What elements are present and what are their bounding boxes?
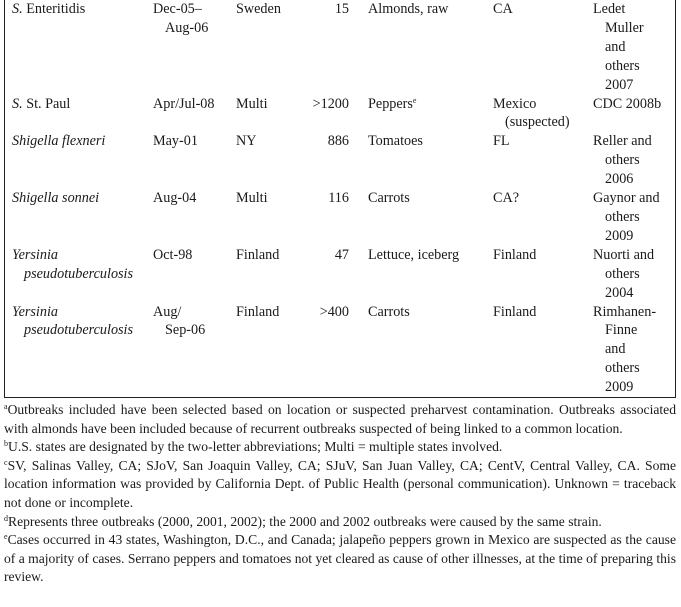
species-cell: Shigella flexneri [0, 132, 153, 189]
footnote: dRepresents three outbreaks (2000, 2001,… [4, 513, 676, 532]
species-roman: Enteritidis [22, 1, 86, 17]
origin-cell: CA [493, 1, 513, 17]
species-cell: S. Enteritidis [0, 0, 153, 95]
country-cell: Multi [236, 95, 268, 112]
reference-cell: Reller and others 2006 [593, 133, 652, 188]
origin-cell: Finland [493, 303, 537, 320]
dates-cell: Aug/ Sep-06 [153, 303, 206, 339]
reference-cell: Ledet Muller and others 2007 [593, 1, 644, 93]
vehicle-cell: Pepperse [349, 95, 493, 133]
reference-cell: Gaynor and others 2009 [593, 190, 660, 244]
table-row: Yersinia pseudotuberculosis Oct-98 Finland… [0, 246, 673, 303]
vehicle-text: Peppers [368, 95, 413, 112]
species-italic: Shigella flexneri [12, 133, 106, 150]
vehicle-cell: Tomatoes [349, 132, 493, 189]
reference-cell: Rimhanen- Finne and others 2009 [593, 303, 657, 396]
origin-cell: Finland [493, 246, 537, 263]
table-footnotes: aOutbreaks included have been selected b… [4, 401, 676, 587]
origin-cell: CA? [493, 190, 520, 207]
table-row: S. Enteritidis Dec-05– Aug-06 Sweden 15 Almo… [0, 0, 673, 95]
reference-cell: Nuorti and others 2004 [593, 246, 655, 301]
outbreak-table: S. Enteritidis Dec-05– Aug-06 Sweden 15 Almo… [0, 0, 673, 397]
table-row: Shigella sonnei Aug-04 Multi 116 Carrots CA? G… [0, 189, 673, 246]
vehicle-text: Almonds, raw [368, 1, 449, 17]
species-italic: S. [12, 1, 23, 17]
country-cell: Multi [236, 190, 268, 207]
table-row: S. St. Paul Apr/Jul-08 Multi >1200 Pepperse M… [0, 95, 673, 133]
species-roman: St. Paul [22, 95, 71, 112]
species-italic: S. [12, 95, 23, 112]
vehicle-text: Tomatoes [368, 133, 423, 150]
country-cell: Finland [236, 246, 280, 263]
cases-cell: >400 [319, 303, 349, 320]
footnote-text: Represents three outbreaks (2000, 2001, … [8, 513, 602, 529]
footnote-mark: e [412, 95, 417, 105]
cases-cell: 116 [328, 190, 349, 207]
species-italic: Yersinia pseudotuberculosis [12, 303, 134, 339]
species-italic: Shigella sonnei [12, 190, 100, 207]
country-cell: Sweden [236, 1, 281, 17]
origin-cell: FL [493, 133, 510, 150]
vehicle-cell: Lettuce, iceberg [349, 246, 493, 303]
species-italic: Yersinia pseudotuberculosis [12, 246, 134, 282]
table-row: Shigella flexneri May-01 NY 886 Tomatoes FL Re… [0, 132, 673, 189]
vehicle-text: Carrots [368, 303, 410, 320]
dates-cell: Oct-98 [153, 246, 193, 263]
footnote-text: Outbreaks included have been selected ba… [4, 402, 676, 436]
vehicle-cell: Almonds, raw [349, 0, 493, 95]
dates-cell: Dec-05– Aug-06 [153, 1, 209, 36]
country-cell: NY [236, 133, 257, 150]
footnote: bU.S. states are designated by the two-l… [4, 438, 676, 457]
cases-cell: >1200 [312, 95, 349, 112]
species-cell: Shigella sonnei [0, 189, 153, 246]
footnote-text: U.S. states are designated by the two-le… [8, 439, 503, 455]
dates-cell: Aug-04 [153, 190, 197, 207]
cases-cell: 47 [334, 246, 349, 263]
cases-cell: 15 [334, 1, 349, 17]
cases-cell: 886 [327, 133, 349, 150]
species-cell: S. St. Paul [0, 95, 153, 133]
footnote: aOutbreaks included have been selected b… [4, 401, 676, 438]
footnote: cSV, Salinas Valley, CA; SJoV, San Joaqu… [4, 457, 676, 513]
vehicle-text: Carrots [368, 190, 410, 207]
dates-cell: May-01 [153, 133, 198, 150]
table-row: Yersinia pseudotuberculosis Aug/ Sep-06 Fi… [0, 303, 673, 398]
footnote: eCases occurred in 43 states, Washington… [4, 531, 676, 587]
dates-cell: Apr/Jul-08 [153, 95, 215, 112]
footnote-text: SV, Salinas Valley, CA; SJoV, San Joaqui… [4, 457, 676, 510]
reference-cell: CDC 2008b [593, 95, 662, 112]
vehicle-cell: Carrots [349, 189, 493, 246]
vehicle-cell: Carrots [349, 303, 493, 398]
species-cell: Yersinia pseudotuberculosis [0, 246, 153, 303]
species-cell: Yersinia pseudotuberculosis [0, 303, 153, 398]
footnote-text: Cases occurred in 43 states, Washington,… [4, 532, 676, 585]
country-cell: Finland [236, 303, 280, 320]
origin-cell: Mexico (suspected) [493, 95, 570, 131]
vehicle-text: Lettuce, iceberg [368, 246, 460, 263]
